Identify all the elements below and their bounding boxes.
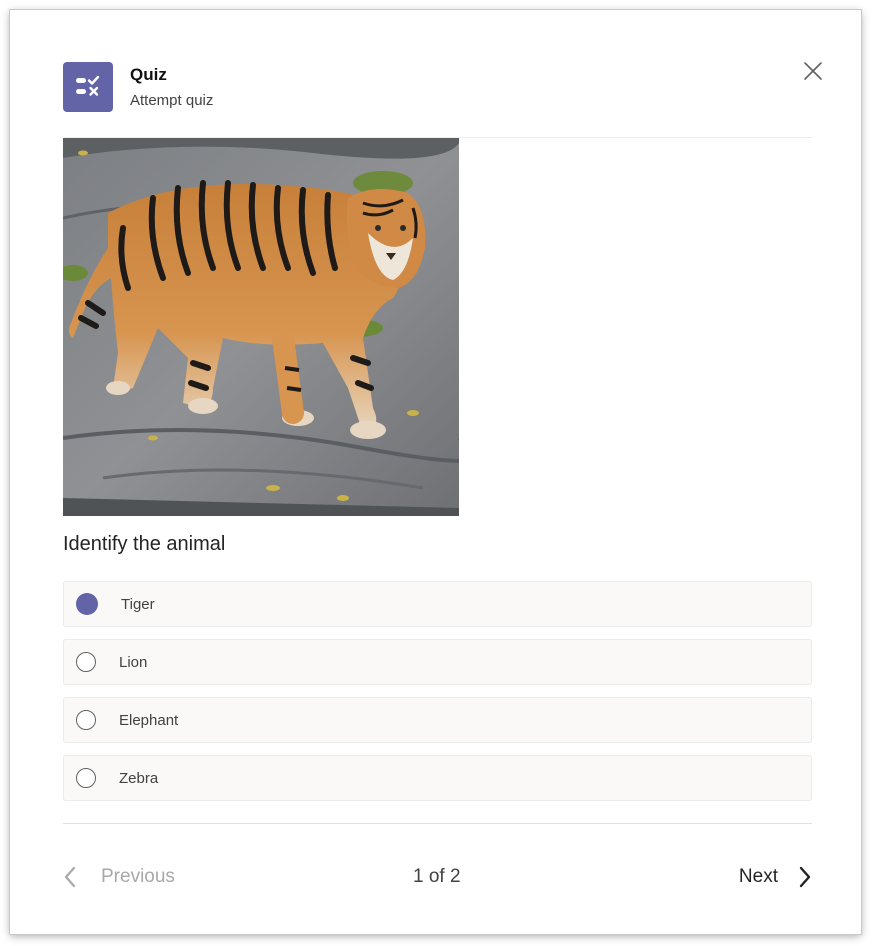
option-lion[interactable]: Lion bbox=[63, 639, 812, 685]
radio-unselected-icon[interactable] bbox=[76, 710, 96, 730]
next-label: Next bbox=[738, 866, 778, 887]
quiz-checklist-icon bbox=[63, 62, 113, 112]
option-label: Tiger bbox=[121, 595, 155, 613]
radio-unselected-icon[interactable] bbox=[76, 652, 96, 672]
radio-selected-icon[interactable] bbox=[76, 593, 98, 615]
previous-label: Previous bbox=[101, 866, 175, 887]
option-label: Elephant bbox=[119, 711, 179, 729]
page-indicator: 1 of 2 bbox=[413, 866, 461, 887]
quiz-dialog: Quiz Attempt quiz Identify the animal Ti… bbox=[10, 10, 861, 934]
close-button[interactable] bbox=[800, 58, 826, 84]
header-text: Quiz Attempt quiz bbox=[130, 65, 213, 110]
question-text: Identify the animal bbox=[63, 533, 226, 555]
chevron-left-icon bbox=[64, 866, 76, 888]
quiz-footer: Previous 1 of 2 Next bbox=[63, 862, 812, 892]
previous-button[interactable]: Previous bbox=[63, 862, 175, 892]
option-tiger[interactable]: Tiger bbox=[63, 581, 812, 627]
dialog-header: Quiz Attempt quiz bbox=[63, 62, 213, 112]
radio-unselected-icon[interactable] bbox=[76, 768, 96, 788]
chevron-right-icon bbox=[799, 866, 811, 888]
answer-options: Tiger Lion Elephant Zebra bbox=[63, 581, 812, 813]
option-label: Lion bbox=[119, 653, 148, 671]
app-title: Quiz bbox=[130, 65, 167, 84]
footer-divider bbox=[63, 823, 812, 824]
option-elephant[interactable]: Elephant bbox=[63, 697, 812, 743]
option-zebra[interactable]: Zebra bbox=[63, 755, 812, 801]
app-subtitle: Attempt quiz bbox=[130, 92, 214, 109]
close-icon bbox=[804, 62, 822, 80]
option-label: Zebra bbox=[119, 769, 159, 787]
next-button[interactable]: Next bbox=[739, 862, 812, 892]
question-image bbox=[63, 138, 459, 516]
